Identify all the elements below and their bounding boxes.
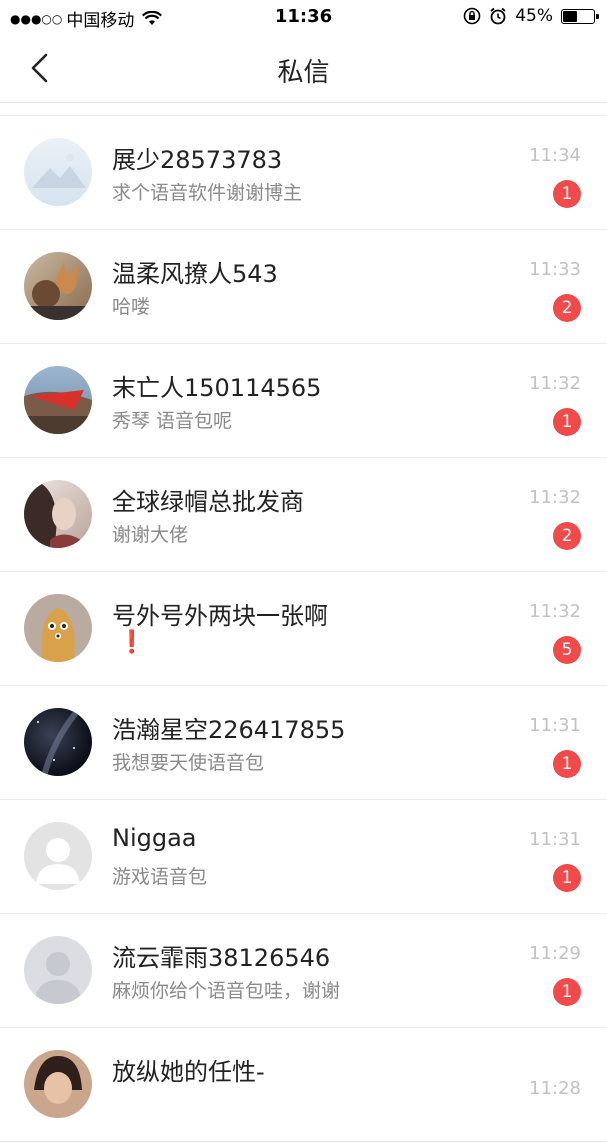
avatar[interactable] [24, 1050, 92, 1118]
message-preview: 谢谢大佬 [112, 524, 189, 546]
message-time: 11:34 [529, 145, 581, 166]
unread-badge: 1 [553, 864, 581, 892]
conversation-row[interactable]: 展少28573783 求个语音软件谢谢博主 11:34 1 [0, 116, 607, 230]
battery-percent: 45% [515, 6, 553, 26]
conversation-row[interactable]: 浩瀚星空226417855 我想要天使语音包 11:31 1 [0, 686, 607, 800]
conversation-row[interactable]: 温柔风撩人543 哈喽 11:33 2 [0, 230, 607, 344]
message-time: 11:29 [529, 943, 581, 964]
divider [0, 103, 607, 116]
unread-badge: 2 [553, 522, 581, 550]
conversation-row[interactable]: 末亡人150114565 秀琴 语音包呢 11:32 1 [0, 344, 607, 458]
message-time: 11:31 [529, 829, 581, 850]
conversation-row[interactable]: 全球绿帽总批发商 谢谢大佬 11:32 2 [0, 458, 607, 572]
message-preview: 我想要天使语音包 [112, 752, 265, 774]
page-title: 私信 [277, 58, 330, 88]
message-time: 11:31 [529, 715, 581, 736]
unread-badge: 5 [553, 636, 581, 664]
message-time: 11:33 [529, 259, 581, 280]
rotation-lock-icon [463, 7, 481, 25]
avatar[interactable] [24, 138, 92, 206]
message-preview: 秀琴 语音包呢 [112, 410, 233, 432]
message-time: 11:32 [529, 487, 581, 508]
message-preview: 麻烦你给个语音包哇，谢谢 [112, 980, 341, 1002]
message-time: 11:32 [529, 373, 581, 394]
contact-name: 温柔风撩人543 [112, 260, 278, 288]
unread-badge: 1 [553, 408, 581, 436]
exclamation-icon: ❗ [118, 630, 146, 655]
conversation-row[interactable]: Niggaa 游戏语音包 11:31 1 [0, 800, 607, 914]
contact-name: Niggaa [112, 824, 197, 852]
message-preview: 游戏语音包 [112, 866, 208, 888]
default-avatar-icon[interactable] [24, 936, 92, 1004]
message-time: 11:32 [529, 601, 581, 622]
avatar[interactable] [24, 252, 92, 320]
unread-badge: 1 [553, 180, 581, 208]
conversation-list[interactable]: 展少28573783 求个语音软件谢谢博主 11:34 1 温柔风撩人543 哈… [0, 116, 607, 1142]
contact-name: 展少28573783 [112, 146, 283, 174]
conversation-row[interactable]: 放纵她的任性- 11:28 [0, 1028, 607, 1142]
default-avatar-icon[interactable] [24, 822, 92, 890]
battery-icon [561, 8, 599, 24]
message-preview: 哈喽 [112, 296, 151, 318]
status-bar: ●●●○○ 中国移动 11:36 45% [0, 0, 607, 34]
message-preview: 求个语音软件谢谢博主 [112, 182, 303, 204]
unread-badge: 1 [553, 750, 581, 778]
avatar[interactable] [24, 480, 92, 548]
avatar[interactable] [24, 366, 92, 434]
contact-name: 放纵她的任性- [112, 1058, 265, 1086]
contact-name: 末亡人150114565 [112, 374, 322, 402]
unread-badge: 2 [553, 294, 581, 322]
avatar[interactable] [24, 708, 92, 776]
avatar[interactable] [24, 594, 92, 662]
unread-badge: 1 [553, 978, 581, 1006]
conversation-row[interactable]: 流云霏雨38126546 麻烦你给个语音包哇，谢谢 11:29 1 [0, 914, 607, 1028]
alarm-icon [490, 7, 506, 25]
contact-name: 全球绿帽总批发商 [112, 488, 304, 516]
nav-bar: 私信 [0, 34, 607, 103]
contact-name: 浩瀚星空226417855 [112, 716, 346, 744]
contact-name: 号外号外两块一张啊 [112, 602, 328, 630]
conversation-row[interactable]: 号外号外两块一张啊 ❗ 11:32 5 [0, 572, 607, 686]
contact-name: 流云霏雨38126546 [112, 944, 331, 972]
message-time: 11:28 [529, 1078, 581, 1099]
